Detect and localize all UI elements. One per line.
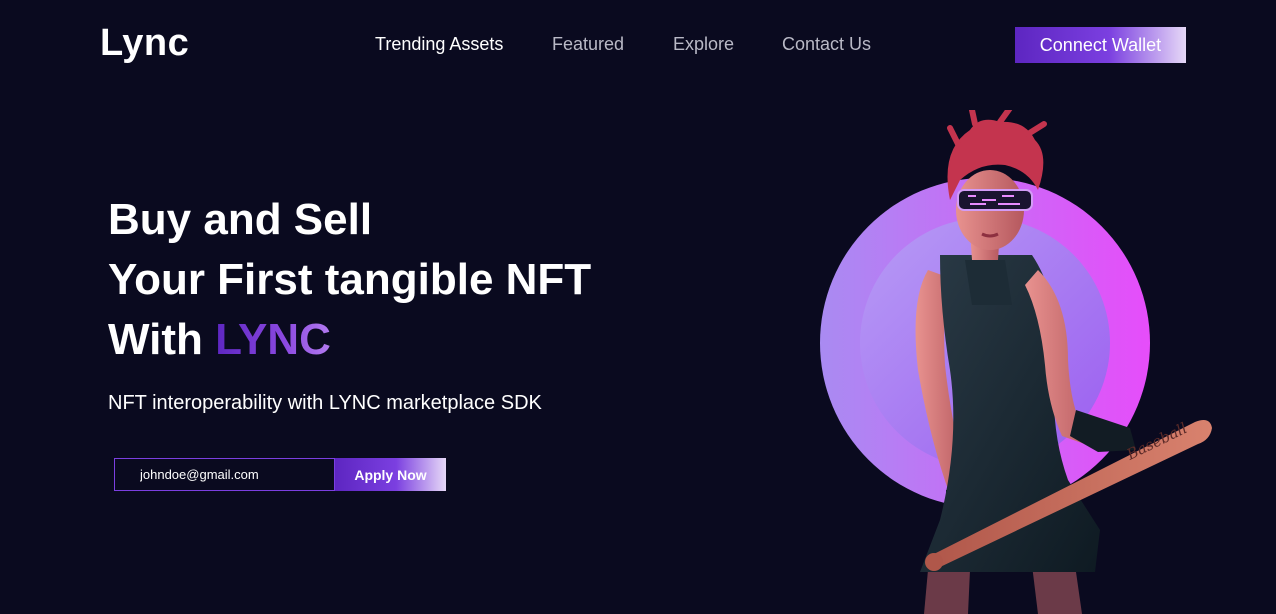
nav-contact-us[interactable]: Contact Us bbox=[782, 34, 871, 55]
hero-title-prefix: With bbox=[108, 315, 216, 364]
nav-featured[interactable]: Featured bbox=[552, 34, 624, 55]
hero-title-line-1: Buy and Sell bbox=[108, 195, 373, 244]
hero-title-line-2: Your First tangible NFT bbox=[108, 255, 592, 304]
bat-knob bbox=[925, 553, 943, 571]
nft-character-illustration: Baseball bbox=[820, 105, 1212, 614]
apply-now-button[interactable]: Apply Now bbox=[335, 458, 446, 491]
nav-explore[interactable]: Explore bbox=[673, 34, 734, 55]
landing-page: Lync Trending Assets Featured Explore Co… bbox=[0, 0, 1276, 614]
hero-title-accent: LYNC bbox=[215, 315, 331, 364]
hero-illustration: Baseball bbox=[800, 105, 1240, 614]
hero-subtitle: NFT interoperability with LYNC marketpla… bbox=[108, 392, 542, 414]
character-collar bbox=[965, 260, 1012, 305]
email-form: Apply Now bbox=[114, 458, 446, 491]
character-leg-left bbox=[924, 570, 970, 614]
hero-title: Buy and Sell Your First tangible NFT Wit… bbox=[108, 190, 591, 370]
hero-title-line-3: With LYNC bbox=[108, 310, 591, 370]
nav-trending-assets[interactable]: Trending Assets bbox=[375, 34, 503, 55]
connect-wallet-button[interactable]: Connect Wallet bbox=[1015, 27, 1186, 63]
character-leg-right bbox=[1032, 565, 1082, 614]
email-input[interactable] bbox=[114, 458, 335, 491]
